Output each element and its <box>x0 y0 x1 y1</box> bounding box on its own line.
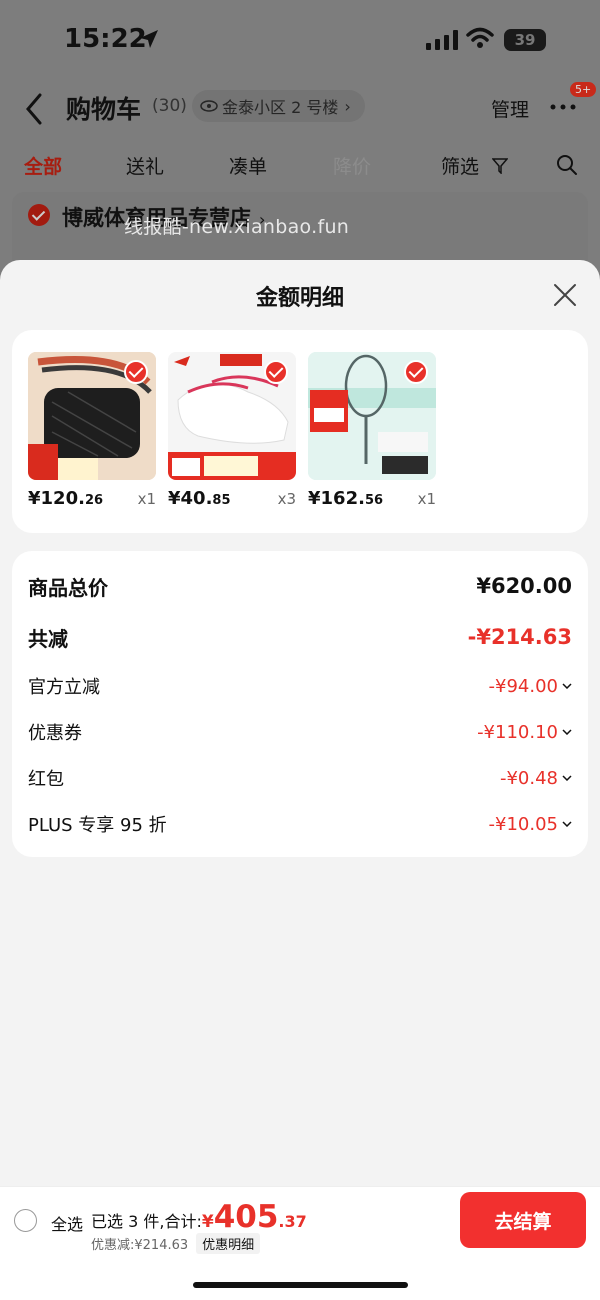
item-checked-icon[interactable] <box>404 360 428 384</box>
total-currency: ¥ <box>201 1212 214 1232</box>
total-price-value: ¥620.00 <box>476 574 572 598</box>
red-packet-value: -¥0.48 <box>499 767 558 789</box>
plus-discount-label: PLUS 专享 95 折 <box>28 815 167 836</box>
sheet-title: 金额明细 <box>255 286 344 311</box>
message-badge: 5+ <box>570 82 597 97</box>
official-discount-row[interactable]: 官方立减 -¥94.00 <box>28 671 572 701</box>
socks-product-image <box>168 352 296 480</box>
total-price-label: 商品总价 <box>28 575 108 600</box>
chevron-down-icon <box>562 729 572 735</box>
location-arrow-icon <box>140 30 158 48</box>
more-icon[interactable] <box>550 104 576 110</box>
plus-discount-row[interactable]: PLUS 专享 95 折 -¥10.05 <box>28 809 572 839</box>
item-quantity: x1 <box>137 490 156 508</box>
total-reduction-row: 共减 -¥214.63 <box>28 622 572 652</box>
selected-items-card: ¥120.26 x1 ¥40.85 x3 ¥162.56 x1 <box>12 330 588 533</box>
chevron-down-icon <box>562 683 572 689</box>
item-quantity: x3 <box>277 490 296 508</box>
amount-detail-sheet: 金额明细 ¥120.26 x1 ¥40.85 x3 ¥162.56 x1 商品总… <box>0 260 600 1186</box>
item-checked-icon[interactable] <box>264 360 288 384</box>
status-bar: 15:22 39 <box>0 0 600 80</box>
checkout-bar: 全选 已选 3 件,合计: ¥ 405 .37 优惠减:¥214.63 优惠明细… <box>0 1186 600 1300</box>
address-text: 金泰小区 2 号楼 <box>222 98 339 117</box>
coupon-row[interactable]: 优惠券 -¥110.10 <box>28 717 572 747</box>
selected-count-text: 已选 3 件,合计: <box>91 1212 202 1231</box>
address-pill[interactable]: 金泰小区 2 号楼 › <box>192 90 365 122</box>
official-discount-label: 官方立减 <box>28 677 100 698</box>
wifi-icon <box>466 27 494 48</box>
tab-filter[interactable]: 筛选 <box>441 152 479 179</box>
cart-tabs: 全部 送礼 凑单 降价 筛选 <box>0 148 600 188</box>
item-price: ¥120.26 <box>28 488 104 509</box>
chevron-down-icon <box>562 821 572 827</box>
cart-item[interactable]: ¥162.56 x1 <box>308 352 436 509</box>
item-checked-icon[interactable] <box>124 360 148 384</box>
battery-indicator: 39 <box>504 29 546 51</box>
close-icon[interactable] <box>552 282 578 308</box>
cart-count: (30) <box>152 96 187 116</box>
filter-icon[interactable] <box>492 158 508 174</box>
address-chevron-icon: › <box>344 96 351 116</box>
chevron-down-icon <box>562 775 572 781</box>
discount-detail-button[interactable]: 优惠明细 <box>196 1233 261 1254</box>
cart-item[interactable]: ¥120.26 x1 <box>28 352 156 509</box>
selected-summary: 已选 3 件,合计: ¥ 405 .37 <box>91 1199 307 1235</box>
price-breakdown-card: 商品总价 ¥620.00 共减 -¥214.63 官方立减 -¥94.00 优惠… <box>12 551 588 857</box>
discount-text: 优惠减:¥214.63 <box>91 1238 189 1253</box>
select-all-label[interactable]: 全选 <box>51 1211 83 1235</box>
coupon-label: 优惠券 <box>28 723 82 744</box>
tab-all[interactable]: 全部 <box>24 152 62 179</box>
total-price-row: 商品总价 ¥620.00 <box>28 571 572 601</box>
cart-item[interactable]: ¥40.85 x3 <box>168 352 296 509</box>
item-price: ¥162.56 <box>308 488 384 509</box>
official-discount-value: -¥94.00 <box>488 675 558 697</box>
manage-button[interactable]: 管理 <box>491 95 529 122</box>
discount-summary: 优惠减:¥214.63 优惠明细 <box>91 1233 261 1254</box>
eye-icon <box>200 100 218 112</box>
bag-product-image <box>28 352 156 480</box>
tab-bundle[interactable]: 凑单 <box>229 152 267 179</box>
red-packet-label: 红包 <box>28 769 64 790</box>
total-reduction-label: 共减 <box>28 626 68 651</box>
red-packet-row[interactable]: 红包 -¥0.48 <box>28 763 572 793</box>
coupon-value: -¥110.10 <box>477 721 558 743</box>
total-amount-decimal: .37 <box>278 1212 307 1231</box>
home-indicator <box>193 1282 408 1288</box>
select-all-checkbox[interactable] <box>14 1209 37 1232</box>
shop-select-checkbox[interactable] <box>28 204 50 226</box>
signal-icon <box>426 30 458 50</box>
plus-discount-value: -¥10.05 <box>488 813 558 835</box>
tab-gift[interactable]: 送礼 <box>126 152 164 179</box>
watermark-text: 线报酷-new.xianbao.fun <box>124 216 350 238</box>
item-quantity: x1 <box>417 490 436 508</box>
cart-nav-bar: 购物车 (30) 金泰小区 2 号楼 › 管理 5+ <box>0 82 600 134</box>
total-reduction-value: -¥214.63 <box>467 625 572 649</box>
status-time: 15:22 <box>64 24 147 54</box>
checkout-button[interactable]: 去结算 <box>460 1192 586 1248</box>
racket-product-image <box>308 352 436 480</box>
item-price: ¥40.85 <box>168 488 231 509</box>
search-icon[interactable] <box>556 154 578 176</box>
total-amount-integer: 405 <box>213 1199 279 1235</box>
back-chevron-icon[interactable] <box>24 92 44 126</box>
page-title: 购物车 <box>66 95 142 124</box>
tab-price-drop[interactable]: 降价 <box>333 152 371 179</box>
